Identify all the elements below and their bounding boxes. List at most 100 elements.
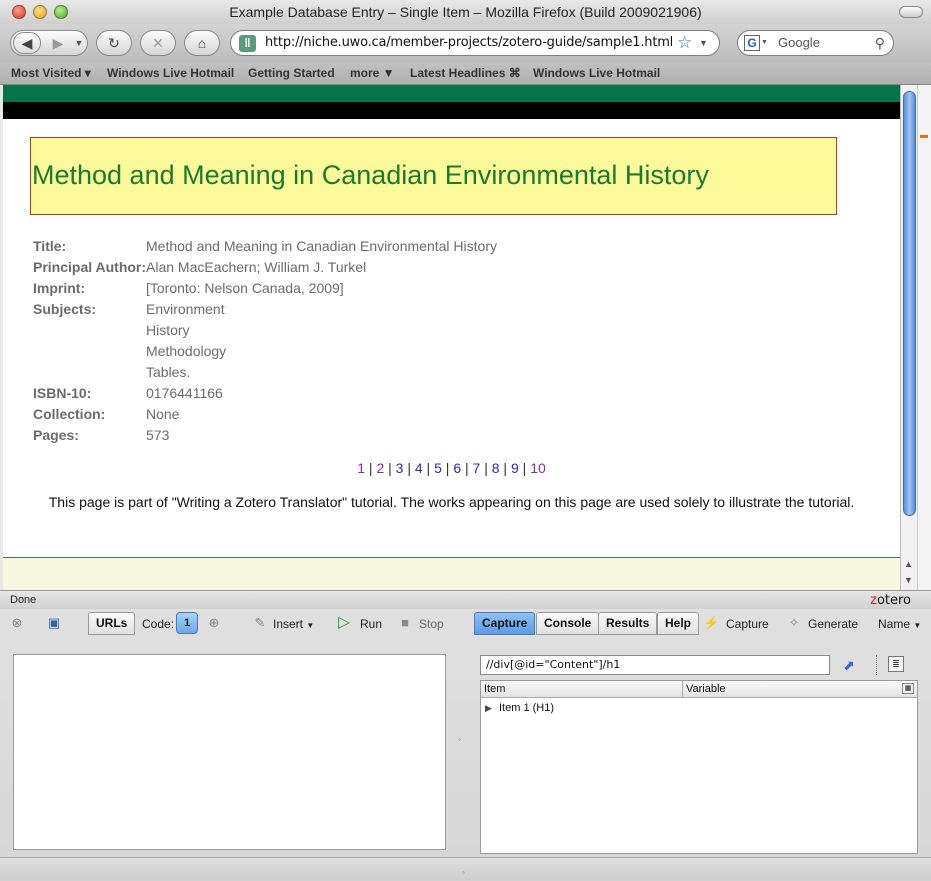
insert-button[interactable]: Insert ▼ (273, 614, 314, 634)
expand-twisty-icon[interactable]: ▶ (485, 700, 499, 716)
scrollbar-thumb[interactable] (903, 91, 916, 516)
pane-splitter-grip[interactable]: ◦ (458, 735, 461, 744)
vertical-scrollbar[interactable]: ▲ ▼ (900, 85, 917, 590)
field-value: None (146, 406, 180, 422)
search-bar[interactable]: G ▼ Google ⚲ (737, 30, 894, 56)
page-link-6[interactable]: 6 (453, 460, 461, 476)
close-window-button[interactable] (12, 5, 26, 19)
zotero-status-logo[interactable]: zotero (870, 591, 911, 610)
zoom-window-button[interactable] (54, 5, 68, 19)
field-value: Alan MacEachern; William J. Turkel (146, 259, 367, 275)
page-link-10[interactable]: 10 (530, 460, 546, 476)
stop-script-button[interactable]: Stop (419, 614, 444, 634)
bookmark-getting-started[interactable]: Getting Started (248, 62, 335, 85)
url-text[interactable]: http://niche.uwo.ca/member-projects/zote… (265, 31, 673, 55)
xpath-input[interactable]: //div[@id="Content"]/h1 (480, 655, 830, 675)
bookmark-latest-headlines[interactable]: Latest Headlines ⌘ (410, 62, 521, 85)
capture-button[interactable]: Capture (726, 614, 769, 634)
column-picker-icon[interactable]: ▦ (902, 683, 914, 694)
bookmark-most-visited[interactable]: Most Visited ▾ (11, 62, 91, 85)
resize-grip-icon[interactable]: ◦ (462, 868, 465, 877)
scroll-down-arrow-icon[interactable]: ▼ (904, 575, 913, 585)
field-label: ISBN-10: (33, 385, 92, 401)
site-favicon-icon: ǁ (239, 35, 256, 52)
bookmark-hotmail-1[interactable]: Windows Live Hotmail (107, 62, 234, 85)
scroll-up-arrow-icon[interactable]: ▲ (904, 559, 913, 569)
save-icon[interactable]: ▣ (46, 615, 62, 631)
firefox-window: Example Database Entry – Single Item – M… (0, 0, 931, 881)
back-button[interactable]: ◀ (13, 32, 41, 54)
history-dropdown-icon[interactable]: ▼ (73, 31, 85, 55)
minimize-window-button[interactable] (33, 5, 47, 19)
bookmark-star-icon[interactable]: ☆ (677, 31, 692, 55)
close-panel-icon[interactable]: ⊗ (9, 615, 25, 631)
tab-results[interactable]: Results (598, 612, 658, 635)
url-bar[interactable]: ǁ http://niche.uwo.ca/member-projects/zo… (230, 30, 720, 56)
header-green-band (3, 85, 900, 102)
page-link-4[interactable]: 4 (415, 460, 423, 476)
page-link-2[interactable]: 2 (376, 460, 384, 476)
page-link-9[interactable]: 9 (511, 460, 519, 476)
name-dropdown[interactable]: Name ▼ (878, 614, 921, 634)
search-input[interactable]: Google (778, 31, 820, 55)
field-label: Imprint: (33, 280, 86, 296)
page-link-7[interactable]: 7 (473, 460, 481, 476)
field-value: Method and Meaning in Canadian Environme… (146, 238, 497, 254)
reload-button[interactable]: ↻ (96, 30, 132, 56)
bookmark-more[interactable]: more ▼ (350, 62, 395, 85)
stop-icon[interactable]: ■ (397, 615, 413, 631)
tab-capture[interactable]: Capture (474, 612, 536, 635)
stop-x-icon: ✕ (152, 35, 164, 51)
google-engine-icon[interactable]: G (744, 35, 760, 51)
toolbar-toggle-button[interactable] (899, 6, 923, 18)
page-link-8[interactable]: 8 (492, 460, 500, 476)
insert-icon[interactable]: ✎ (252, 615, 268, 631)
capture-tree[interactable]: Item Variable ▦ ▶ Item 1 (H1) (480, 680, 918, 854)
header-black-band (3, 102, 900, 119)
column-item[interactable]: Item (484, 681, 505, 698)
marker-tick (920, 135, 928, 138)
name-label: Name (878, 617, 911, 631)
page-link-1[interactable]: 1 (357, 460, 365, 476)
name-dropdown-icon: ▼ (913, 621, 922, 630)
generate-icon[interactable]: ✧ (786, 615, 802, 631)
tree-row-label: Item 1 (H1) (499, 702, 555, 714)
field-label: Pages: (33, 427, 79, 443)
page-link-5[interactable]: 5 (434, 460, 442, 476)
page-navigation: 1 | 2 | 3 | 4 | 5 | 6 | 7 | 8 | 9 | 10 (357, 460, 546, 476)
url-dropdown-icon[interactable]: ▼ (699, 31, 708, 55)
tab-help[interactable]: Help (657, 612, 700, 635)
page-link-3[interactable]: 3 (396, 460, 404, 476)
bookmarks-toolbar: Most Visited ▾ Windows Live Hotmail Gett… (0, 62, 931, 85)
generate-button[interactable]: Generate (808, 614, 858, 634)
column-variable[interactable]: Variable (682, 681, 726, 698)
right-gutter (917, 85, 931, 590)
stop-button[interactable]: ✕ (140, 30, 176, 56)
page-footer-band (3, 557, 900, 590)
insert-label: Insert (273, 617, 304, 631)
bookmark-hotmail-2[interactable]: Windows Live Hotmail (533, 62, 660, 85)
forward-button[interactable]: ▶ (47, 31, 69, 55)
title-bar: Example Database Entry – Single Item – M… (0, 0, 931, 24)
zotero-logo-z: z (870, 593, 877, 608)
back-forward-group: ◀ ▶ ▼ (10, 30, 88, 56)
field-label: Subjects: (33, 301, 97, 317)
run-button[interactable]: Run (360, 614, 382, 634)
tree-header: Item Variable ▦ (481, 681, 917, 698)
tree-row[interactable]: ▶ Item 1 (H1) (485, 700, 554, 716)
engine-dropdown-icon[interactable]: ▼ (761, 31, 768, 55)
tab-console[interactable]: Console (536, 612, 600, 635)
toolbar-separator (876, 655, 878, 675)
capture-wand-icon[interactable]: ⚡ (703, 615, 719, 631)
code-editor[interactable] (13, 654, 446, 850)
field-label: Title: (33, 238, 67, 254)
search-magnifier-icon[interactable]: ⚲ (875, 31, 885, 55)
add-code-icon[interactable]: ⊕ (206, 615, 222, 631)
element-picker-icon[interactable]: ⬈ (840, 656, 858, 674)
dom-tree-icon[interactable]: ≣ (888, 656, 904, 672)
code-tab-1[interactable]: 1 (176, 612, 198, 634)
tab-urls[interactable]: URLs (88, 612, 136, 635)
home-button[interactable]: ⌂ (184, 30, 220, 56)
field-value: 0176441166 (146, 385, 223, 401)
run-icon[interactable]: ▷ (336, 615, 352, 631)
